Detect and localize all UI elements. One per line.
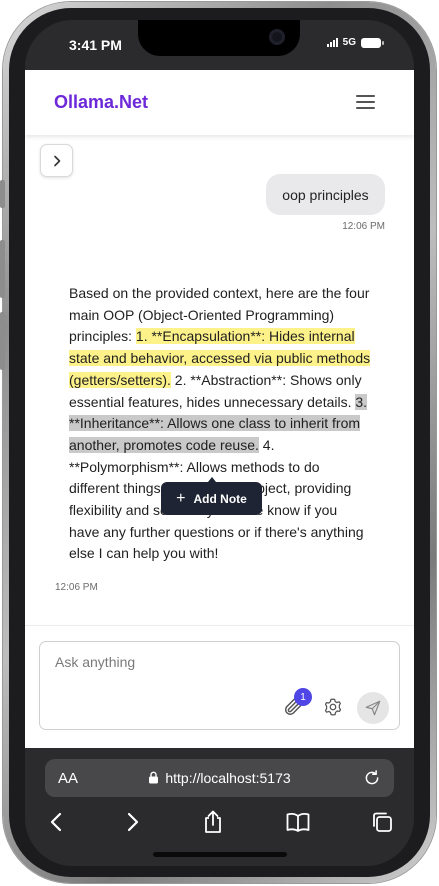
message-input[interactable] — [55, 654, 355, 670]
share-button[interactable] — [199, 808, 227, 836]
composer-box: 1 — [39, 641, 400, 730]
action-button — [0, 180, 5, 208]
bookmarks-button[interactable] — [284, 808, 312, 836]
gear-icon[interactable] — [323, 697, 343, 717]
signal-icon — [326, 38, 338, 47]
assistant-message: Based on the provided context, here are … — [69, 283, 371, 565]
battery-icon — [361, 37, 384, 48]
forward-button[interactable] — [119, 808, 147, 836]
volume-up-button — [0, 240, 5, 298]
status-indicators: 5G — [326, 37, 384, 48]
chevron-left-icon — [50, 812, 62, 832]
chevron-right-icon — [53, 155, 60, 166]
plus-icon: + — [176, 489, 186, 507]
address-bar[interactable]: AA http://localhost:5173 — [45, 759, 394, 797]
address-bar-url-wrap: http://localhost:5173 — [45, 770, 394, 786]
network-label: 5G — [342, 37, 356, 48]
tabs-icon — [373, 812, 392, 832]
send-icon — [365, 700, 381, 716]
lock-icon — [149, 771, 159, 784]
status-bar: 3:41 PM 5G — [25, 20, 414, 70]
browser-chrome: AA http://localhost:5173 — [25, 748, 414, 866]
address-bar-url: http://localhost:5173 — [165, 770, 291, 786]
app-header: Ollama.Net — [25, 70, 414, 135]
assistant-message-time: 12:06 PM — [55, 582, 98, 593]
share-icon — [205, 810, 221, 833]
user-message-text: oop principles — [282, 186, 369, 203]
phone-screen: 3:41 PM 5G Ollama.Net oop principles 12:… — [25, 20, 414, 866]
sidebar-toggle-button[interactable] — [40, 144, 73, 177]
chevron-right-icon — [127, 812, 139, 832]
attachment-count-badge: 1 — [294, 688, 312, 706]
add-note-button[interactable]: + Add Note — [161, 482, 262, 515]
status-time: 3:41 PM — [69, 37, 122, 53]
volume-down-button — [0, 312, 5, 370]
home-indicator — [153, 852, 287, 857]
add-note-label: Add Note — [193, 491, 247, 506]
brand-logo[interactable]: Ollama.Net — [54, 92, 148, 113]
reload-icon[interactable] — [363, 769, 381, 787]
menu-icon[interactable] — [356, 94, 377, 111]
book-icon — [286, 812, 310, 832]
composer-area: 1 — [25, 625, 414, 748]
front-camera — [269, 29, 285, 45]
user-message-bubble: oop principles — [266, 174, 385, 215]
dynamic-island — [138, 20, 300, 56]
back-button[interactable] — [42, 808, 70, 836]
send-button[interactable] — [357, 692, 389, 724]
browser-toolbar — [25, 808, 414, 836]
tabs-button[interactable] — [368, 808, 396, 836]
app-viewport: Ollama.Net oop principles 12:06 PM Based… — [25, 70, 414, 748]
user-message-time: 12:06 PM — [342, 221, 385, 232]
